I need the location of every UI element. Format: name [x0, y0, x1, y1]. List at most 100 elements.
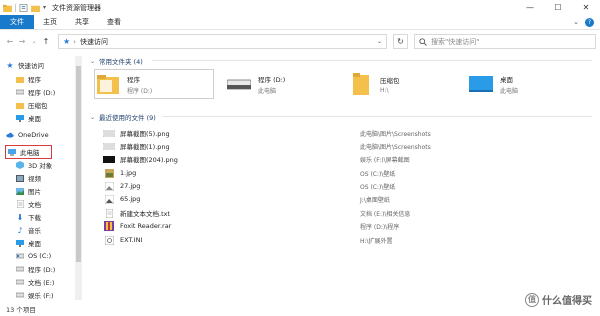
file-name: 27.jpg	[120, 182, 141, 190]
forward-icon[interactable]: →	[16, 34, 28, 48]
search-input[interactable]	[431, 37, 581, 46]
file-name: 新建文本文档.txt	[120, 210, 171, 218]
search-icon	[419, 37, 427, 46]
section-frequent-folders[interactable]: ⌄ 常用文件夹 (4)	[90, 56, 143, 67]
list-item[interactable]: 65.jpg J:\桌面壁纸	[102, 193, 582, 205]
tab-home[interactable]: 主页	[34, 15, 66, 29]
sidebar-item-drive-c[interactable]: OS (C:)	[16, 251, 51, 261]
section-recent-files[interactable]: ⌄ 最近使用的文件 (9)	[90, 112, 156, 123]
file-name: Foxit Reader.rar	[120, 222, 172, 230]
list-item[interactable]: EXT.INI H:\扩展外置	[102, 234, 582, 246]
up-icon[interactable]: ↑	[40, 34, 52, 48]
desktop-icon	[468, 71, 494, 97]
recent-locations-icon[interactable]: ⌄	[28, 34, 40, 48]
list-item[interactable]: 屏幕截图(5).png 此电脑\图片\Screenshots	[102, 127, 582, 139]
file-location: J:\桌面壁纸	[360, 196, 390, 204]
list-item[interactable]: Foxit Reader.rar 程序 (D:)\程序	[102, 220, 582, 232]
minimize-button[interactable]: —	[516, 0, 544, 15]
folder-icon	[16, 75, 24, 83]
divider	[15, 3, 16, 12]
properties-icon[interactable]	[19, 3, 28, 12]
back-icon[interactable]: ←	[4, 34, 16, 48]
search-box[interactable]	[414, 34, 596, 49]
file-location: H:\扩展外置	[360, 237, 393, 245]
list-item[interactable]: 屏幕截图(1).png 此电脑\图片\Screenshots	[102, 140, 582, 152]
refresh-button[interactable]: ↻	[393, 34, 408, 49]
list-item[interactable]: 27.jpg OS (C:)\壁纸	[102, 180, 582, 192]
file-location: 文档 (E:)\相关信息	[360, 210, 411, 218]
file-name: 屏幕截图(1).png	[120, 143, 170, 151]
sidebar-item-drive-e[interactable]: 文档 (E:)	[16, 277, 54, 287]
drive-icon	[16, 252, 24, 260]
frequent-folder-tile[interactable]: 压缩包 H:\	[348, 69, 458, 99]
breadcrumb[interactable]: 快速访问	[80, 37, 108, 47]
sidebar-item-pictures[interactable]: 图片	[16, 186, 41, 196]
tile-name: 压缩包	[380, 76, 400, 85]
tile-name: 程序	[127, 75, 140, 84]
ribbon-right-controls: ⌄ ?	[573, 18, 594, 27]
desktop-icon	[16, 114, 24, 122]
status-bar: 13 个项目	[0, 302, 600, 316]
chevron-down-icon[interactable]: ⌄	[377, 38, 382, 45]
picture-icon	[16, 187, 24, 195]
sidebar-item-drive-f[interactable]: 娱乐 (F:)	[16, 290, 54, 300]
file-name: 屏幕截图(5).png	[120, 130, 170, 138]
frequent-folder-tile[interactable]: 程序 (D:) 此电脑	[226, 69, 336, 99]
sidebar-item-documents[interactable]: 文档	[16, 199, 41, 209]
sidebar-scrollbar[interactable]	[75, 56, 82, 300]
breadcrumb-separator: ›	[73, 37, 76, 46]
tab-share[interactable]: 共享	[66, 15, 98, 29]
download-icon: ⬇	[16, 212, 24, 222]
tab-file[interactable]: 文件	[0, 15, 34, 29]
drive-icon	[16, 291, 24, 299]
list-item[interactable]: 屏幕截图(204).png 娱乐 (F:)\屏幕截图	[102, 153, 582, 165]
sidebar-item-music[interactable]: ♪ 音乐	[16, 225, 41, 236]
sidebar-item-3d-objects[interactable]: 3D 对象	[16, 160, 52, 170]
frequent-folder-tile[interactable]: 桌面 此电脑	[468, 69, 578, 99]
window-controls: — ☐ ✕	[516, 0, 600, 15]
maximize-button[interactable]: ☐	[544, 0, 572, 15]
close-button[interactable]: ✕	[572, 0, 600, 15]
music-icon: ♪	[17, 225, 23, 235]
divider	[152, 60, 592, 61]
sidebar-item-onedrive[interactable]: OneDrive	[6, 130, 49, 140]
quick-access-toolbar: ▾	[0, 3, 46, 12]
content-pane: ⌄ 常用文件夹 (4) 程序 程序 (D:) 程序 (D:) 此电脑 压缩包 H…	[90, 56, 595, 300]
tile-name: 桌面	[500, 75, 513, 84]
expand-ribbon-icon[interactable]: ⌄	[573, 18, 579, 27]
scrollbar-thumb[interactable]	[76, 66, 81, 262]
sidebar-item-programs[interactable]: 程序	[16, 74, 41, 84]
folder-icon	[348, 71, 374, 97]
chevron-down-icon: ⌄	[90, 57, 96, 65]
list-item[interactable]: 新建文本文档.txt 文档 (E:)\相关信息	[102, 207, 582, 219]
drive-icon	[16, 265, 24, 273]
tab-view[interactable]: 查看	[98, 15, 130, 29]
folder-icon	[95, 71, 121, 97]
title-bar: ▾ 文件资源管理器 — ☐ ✕	[0, 0, 600, 15]
sidebar-item-drive-d[interactable]: 程序 (D:)	[16, 87, 55, 97]
new-folder-icon[interactable]	[31, 4, 40, 12]
file-name: 屏幕截图(204).png	[120, 156, 178, 164]
divider	[162, 116, 592, 117]
address-bar[interactable]: ★ › 快速访问 ⌄	[58, 34, 387, 49]
desktop-icon	[16, 239, 24, 247]
archive-file-icon	[102, 221, 116, 231]
sidebar-item-desktop[interactable]: 桌面	[16, 113, 41, 123]
sidebar-item-archives[interactable]: 压缩包	[16, 100, 48, 110]
file-location: 此电脑\图片\Screenshots	[360, 143, 431, 151]
sidebar-item-desktop-2[interactable]: 桌面	[16, 238, 41, 248]
customize-qa-icon[interactable]: ▾	[43, 4, 46, 11]
help-icon[interactable]: ?	[585, 18, 594, 27]
cloud-icon	[6, 131, 14, 139]
text-file-icon	[102, 208, 116, 218]
folder-icon[interactable]	[3, 4, 12, 12]
sidebar-item-quick-access[interactable]: ★ 快速访问	[6, 60, 44, 71]
sidebar-item-videos[interactable]: 视频	[16, 173, 41, 183]
frequent-folder-tile[interactable]: 程序 程序 (D:)	[94, 69, 214, 99]
sidebar-item-drive-d-2[interactable]: 程序 (D:)	[16, 264, 55, 274]
list-item[interactable]: 1.jpg OS (C:)\壁纸	[102, 167, 582, 179]
file-location: OS (C:)\壁纸	[360, 183, 396, 191]
sidebar-item-downloads[interactable]: ⬇ 下载	[16, 212, 41, 223]
file-location: 此电脑\图片\Screenshots	[360, 130, 431, 138]
watermark-logo: 值	[525, 292, 539, 307]
